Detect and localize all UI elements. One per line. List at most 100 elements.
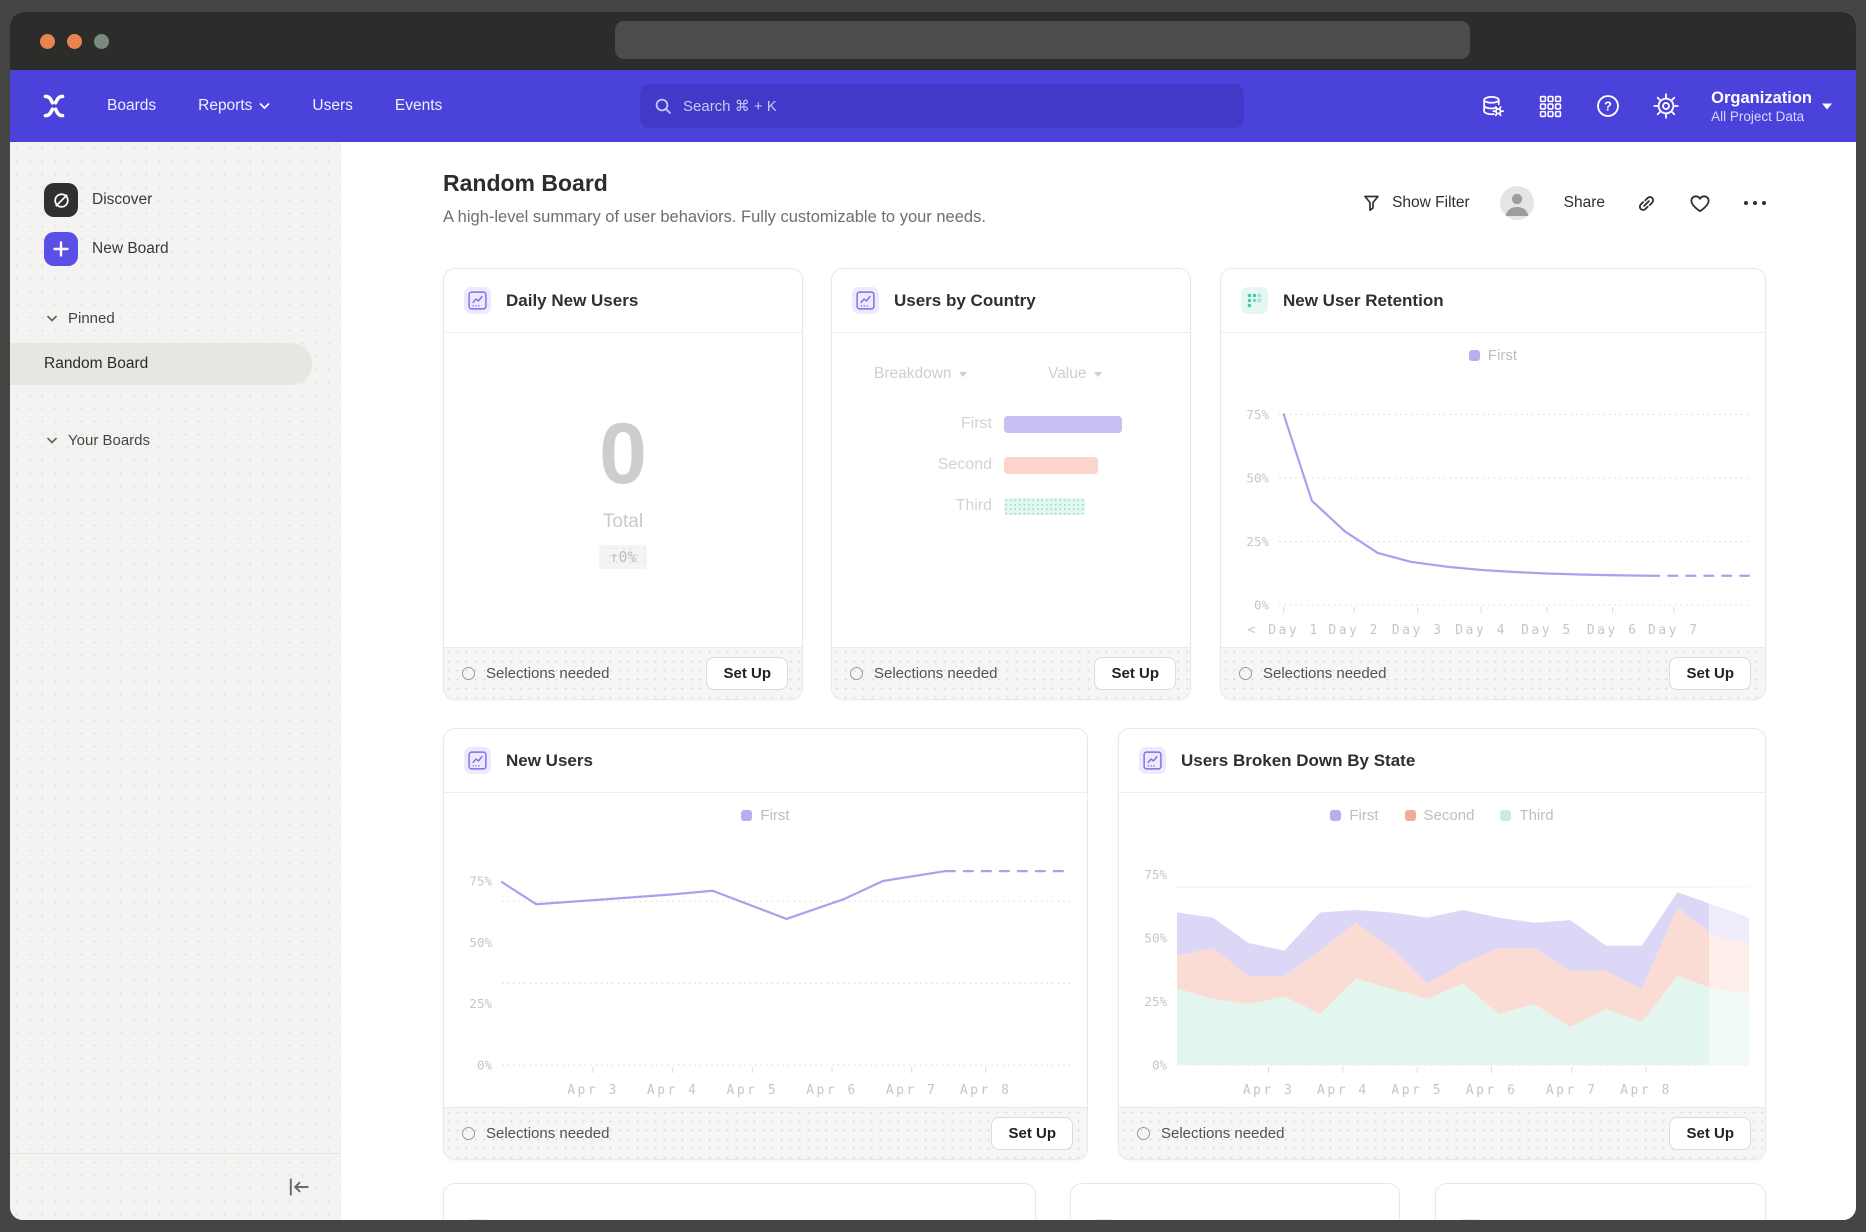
svg-text:Apr 5: Apr 5 (1391, 1083, 1443, 1098)
row-label: First (832, 415, 992, 433)
retention-line-chart: 75%50%25%0%< Day 1Day 2Day 3Day 4Day 5Da… (1221, 373, 1765, 641)
org-project: All Project Data (1711, 109, 1812, 124)
nav-label: Events (395, 97, 442, 115)
legend-chip (1469, 350, 1480, 361)
legend-item[interactable]: Third (1500, 807, 1553, 824)
show-filter-button[interactable]: Show Filter (1362, 193, 1470, 213)
legend-chip (1500, 810, 1511, 821)
apps-grid-icon[interactable] (1537, 93, 1563, 119)
traffic-light-close[interactable] (40, 34, 55, 49)
board-actions: Show Filter Share (1362, 186, 1768, 220)
card-header: Stacked Line Graph (444, 1184, 1035, 1220)
legend-chip (741, 810, 752, 821)
help-icon[interactable]: ? (1595, 93, 1621, 119)
set-up-button[interactable]: Set Up (1669, 657, 1751, 690)
status-text: Selections needed (1263, 665, 1386, 682)
favorite-button[interactable] (1688, 191, 1712, 215)
set-up-button[interactable]: Set Up (1094, 657, 1176, 690)
legend-label: First (760, 807, 789, 824)
show-filter-label: Show Filter (1392, 194, 1470, 212)
svg-text:50%: 50% (1246, 470, 1269, 485)
sidebar-item-new-board[interactable]: New Board (10, 227, 341, 271)
card-header: Users Broken Down By State (1119, 729, 1765, 793)
card-users-by-state: Users Broken Down By State First Second Th… (1118, 728, 1766, 1160)
sidebar-section-your-boards[interactable]: Your Boards (10, 423, 341, 457)
svg-text:0%: 0% (1152, 1058, 1168, 1073)
mixpanel-logo-icon[interactable] (38, 90, 70, 122)
svg-text:0%: 0% (477, 1058, 493, 1073)
nav-item-events[interactable]: Events (395, 97, 442, 115)
status-circle-icon (850, 667, 863, 680)
sidebar-section-pinned[interactable]: Pinned (10, 301, 341, 335)
card-title: Users Broken Down By State (1181, 751, 1415, 771)
svg-text:Apr 5: Apr 5 (727, 1083, 779, 1098)
page-subtitle: A high-level summary of user behaviors. … (443, 208, 986, 227)
legend-chip (1405, 810, 1416, 821)
card-users-by-country: Users by Country Breakdown Value First (831, 268, 1191, 700)
chart-legend: First (1221, 347, 1765, 364)
chevron-down-icon (259, 102, 270, 110)
table-row: Second (832, 456, 1098, 474)
legend-item[interactable]: First (1330, 807, 1378, 824)
card-footer: Selections needed Set Up (1119, 1107, 1765, 1159)
status-text: Selections needed (1161, 1125, 1284, 1142)
breakdown-column-header[interactable]: Breakdown (874, 365, 967, 383)
svg-text:Day 4: Day 4 (1455, 623, 1507, 638)
chevron-down-icon (1822, 103, 1832, 110)
address-bar[interactable] (615, 21, 1470, 59)
nav-label: Users (312, 97, 352, 115)
nav-item-reports[interactable]: Reports (198, 97, 270, 115)
status-circle-icon (1137, 1127, 1150, 1140)
set-up-button[interactable]: Set Up (991, 1117, 1073, 1150)
settings-gear-icon[interactable] (1653, 93, 1679, 119)
discover-compass-icon (44, 183, 78, 217)
sidebar: Discover New Board Pinned Random Board (10, 142, 341, 1220)
set-up-button[interactable]: Set Up (1669, 1117, 1751, 1150)
sidebar-item-random-board[interactable]: Random Board (10, 343, 312, 385)
legend-label: First (1488, 347, 1517, 364)
svg-text:Day 2: Day 2 (1328, 623, 1380, 638)
search-placeholder: Search ⌘ + K (683, 97, 777, 115)
value-column-header[interactable]: Value (1048, 365, 1102, 383)
svg-text:0%: 0% (1254, 598, 1270, 613)
avatar[interactable] (1500, 186, 1534, 220)
card-header: Insights Report (1071, 1184, 1399, 1220)
retention-grid-icon (1241, 287, 1268, 314)
svg-text:Day 6: Day 6 (1587, 623, 1639, 638)
traffic-light-zoom[interactable] (94, 34, 109, 49)
svg-text:< Day 1: < Day 1 (1248, 623, 1320, 638)
svg-text:50%: 50% (1144, 930, 1167, 945)
collapse-sidebar-icon[interactable] (287, 1177, 311, 1197)
nav-item-boards[interactable]: Boards (107, 97, 156, 115)
more-options-button[interactable] (1742, 198, 1768, 208)
set-up-button[interactable]: Set Up (706, 657, 788, 690)
row-label: Second (832, 456, 992, 474)
legend-item[interactable]: Second (1405, 807, 1475, 824)
status-circle-icon (462, 1127, 475, 1140)
card-title: New Users (506, 751, 593, 771)
app-navbar: Boards Reports Users Events Search ⌘ + K (10, 70, 1856, 142)
column-label: Breakdown (874, 365, 952, 383)
card-header: Daily New Users (444, 269, 802, 333)
nav-item-users[interactable]: Users (312, 97, 352, 115)
data-management-icon[interactable] (1479, 93, 1505, 119)
legend-item[interactable]: First (1469, 347, 1517, 364)
pinned-label: Pinned (68, 310, 115, 327)
org-switcher[interactable]: Organization All Project Data (1711, 88, 1832, 124)
svg-text:Apr 6: Apr 6 (806, 1083, 858, 1098)
traffic-light-minimize[interactable] (67, 34, 82, 49)
share-button[interactable]: Share (1564, 194, 1605, 212)
search-input[interactable]: Search ⌘ + K (640, 84, 1244, 128)
svg-text:Apr 6: Apr 6 (1466, 1083, 1518, 1098)
chevron-down-icon (46, 314, 58, 323)
card-title: Users by Country (894, 291, 1036, 311)
card-daily-new-users: Daily New Users 0 Total ↑0% Selections n… (443, 268, 803, 700)
copy-link-button[interactable] (1635, 192, 1658, 215)
page-title: Random Board (443, 170, 608, 197)
card-new-user-retention: New User Retention First 75%50%25%0%< Da… (1220, 268, 1766, 700)
your-boards-label: Your Boards (68, 432, 150, 449)
share-label: Share (1564, 194, 1605, 212)
sidebar-item-discover[interactable]: Discover (10, 178, 341, 222)
card-insights-report: Insights Report (1070, 1183, 1400, 1220)
legend-item[interactable]: First (741, 807, 789, 824)
